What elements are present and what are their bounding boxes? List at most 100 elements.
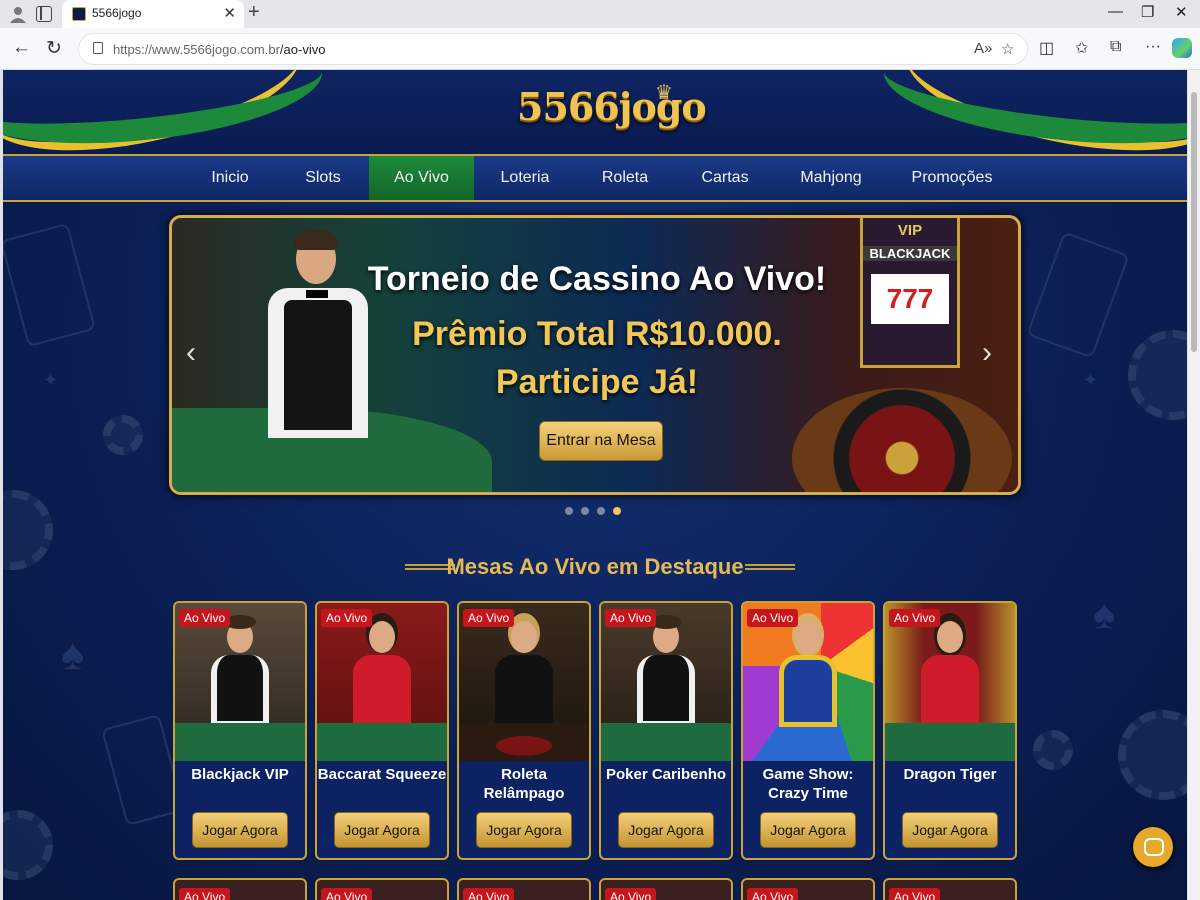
live-badge: Ao Vivo (605, 609, 657, 627)
window-close-icon[interactable]: ✕ (1175, 3, 1188, 21)
browser-tab-bar: 5566jogo ✕ + — ❐ ✕ (0, 0, 1200, 28)
game-card[interactable]: Ao Vivo (883, 878, 1017, 900)
game-thumbnail: Ao Vivo (175, 603, 305, 761)
sparkle-icon: ✦ (43, 370, 59, 390)
play-now-button[interactable]: Jogar Agora (902, 812, 998, 848)
url-text[interactable]: https://www.5566jogo.com.br/ao-vivo (113, 42, 325, 57)
tab-title: 5566jogo (92, 6, 142, 20)
decorative-chip (1033, 730, 1073, 770)
live-badge: Ao Vivo (747, 888, 799, 900)
nav-item-cartas[interactable]: Cartas (689, 156, 761, 200)
flag-ribbon-left (3, 70, 328, 154)
decorative-card (3, 222, 97, 348)
live-badge: Ao Vivo (463, 888, 515, 900)
page-scrollbar[interactable] (1188, 70, 1200, 900)
play-now-button[interactable]: Jogar Agora (192, 812, 288, 848)
game-card[interactable]: Ao Vivo (315, 878, 449, 900)
play-now-button[interactable]: Jogar Agora (760, 812, 856, 848)
hero-prize-text: Prêmio Total R$10.000. (412, 315, 782, 353)
favorites-icon[interactable]: ✩ (1075, 38, 1088, 58)
play-now-button[interactable]: Jogar Agora (334, 812, 430, 848)
hero-subtitle: Prêmio Total R$10.000. Participe Já! (342, 310, 852, 406)
game-card[interactable]: Ao Vivo Baccarat Squeeze Jogar Agora (315, 601, 449, 860)
page-viewport: ♠ ♠ ✦ ✦ 5566jogo ♛ Inicio Slots Ao Vivo … (3, 70, 1187, 900)
game-name: Dragon Tiger (903, 766, 997, 783)
carousel-dot[interactable] (597, 507, 605, 515)
new-tab-icon[interactable]: + (248, 1, 260, 24)
address-bar: ← ↻ https://www.5566jogo.com.br/ao-vivo … (0, 28, 1200, 70)
nav-item-roleta[interactable]: Roleta (589, 156, 661, 200)
close-tab-icon[interactable]: ✕ (223, 4, 236, 22)
play-now-button[interactable]: Jogar Agora (618, 812, 714, 848)
game-card[interactable]: Ao Vivo (599, 878, 733, 900)
carousel-dots (565, 507, 621, 515)
nav-item-inicio[interactable]: Inicio (195, 156, 265, 200)
back-icon[interactable]: ← (12, 37, 31, 59)
hero-cta-text: Participe Já! (495, 363, 699, 401)
decorative-chip (1128, 330, 1187, 420)
tab-actions-icon[interactable] (36, 6, 52, 22)
crown-icon: ♛ (655, 82, 673, 104)
carousel-dot[interactable] (581, 507, 589, 515)
title-ornament-right (745, 564, 795, 570)
nav-item-promocoes[interactable]: Promoções (903, 156, 1001, 200)
live-badge: Ao Vivo (321, 888, 373, 900)
spade-icon: ♠ (1093, 590, 1116, 637)
split-screen-icon[interactable]: ◫ (1039, 38, 1054, 58)
game-card[interactable]: Ao Vivo (173, 878, 307, 900)
read-aloud-icon[interactable]: A» (974, 40, 992, 57)
favorite-star-icon[interactable]: ☆ (1001, 40, 1014, 58)
game-thumbnail: Ao Vivo (601, 603, 731, 761)
nav-item-ao-vivo[interactable]: Ao Vivo (369, 156, 474, 200)
chevron-right-icon[interactable]: › (982, 336, 992, 370)
main-nav: Inicio Slots Ao Vivo Loteria Roleta Cart… (3, 154, 1187, 202)
game-name: Roleta Relâmpago (483, 766, 565, 802)
game-card[interactable]: Ao Vivo Game Show: Crazy Time Jogar Agor… (741, 601, 875, 860)
url-field[interactable]: https://www.5566jogo.com.br/ao-vivo A» ☆ (78, 33, 1028, 65)
more-menu-icon[interactable]: ··· (1145, 38, 1161, 56)
section-title: Mesas Ao Vivo em Destaque (446, 554, 744, 579)
game-thumbnail: Ao Vivo (885, 603, 1015, 761)
carousel-dot-active[interactable] (613, 507, 621, 515)
live-badge: Ao Vivo (179, 888, 231, 900)
carousel-dot[interactable] (565, 507, 573, 515)
refresh-icon[interactable]: ↻ (46, 37, 62, 60)
lock-icon[interactable] (93, 42, 103, 54)
game-name: Baccarat Squeeze (317, 766, 447, 783)
game-name: Game Show: Crazy Time (762, 766, 854, 802)
play-now-button[interactable]: Jogar Agora (476, 812, 572, 848)
collections-icon[interactable]: ⧉ (1110, 38, 1121, 56)
live-badge: Ao Vivo (889, 888, 941, 900)
game-card[interactable]: Ao Vivo Poker Caribenho Jogar Agora (599, 601, 733, 860)
game-thumbnail: Ao Vivo (317, 603, 447, 761)
scrollbar-thumb[interactable] (1191, 92, 1197, 352)
nav-item-mahjong[interactable]: Mahjong (791, 156, 871, 200)
chevron-left-icon[interactable]: ‹ (186, 336, 196, 370)
hero-banner[interactable]: VIP BLACKJACK 777 Torneio de Cassino Ao … (169, 215, 1021, 495)
browser-tab[interactable]: 5566jogo ✕ (62, 0, 244, 28)
game-card[interactable]: Ao Vivo (457, 878, 591, 900)
game-card[interactable]: Ao Vivo Roleta Relâmpago Jogar Agora (457, 601, 591, 860)
chat-support-icon[interactable] (1133, 827, 1173, 867)
minimize-icon[interactable]: — (1108, 3, 1123, 20)
hero-title: Torneio de Cassino Ao Vivo! (367, 260, 827, 298)
game-card[interactable]: Ao Vivo Dragon Tiger Jogar Agora (883, 601, 1017, 860)
restore-icon[interactable]: ❐ (1141, 3, 1154, 21)
game-card[interactable]: Ao Vivo Blackjack VIP Jogar Agora (173, 601, 307, 860)
sparkle-icon: ✦ (1083, 370, 1099, 390)
game-card[interactable]: Ao Vivo (741, 878, 875, 900)
game-name: Poker Caribenho (605, 766, 727, 783)
nav-item-loteria[interactable]: Loteria (487, 156, 563, 200)
profile-icon[interactable] (8, 4, 28, 24)
decorative-chip (3, 810, 53, 880)
copilot-icon[interactable] (1172, 38, 1192, 58)
site-logo[interactable]: 5566jogo (517, 84, 707, 129)
game-thumbnail: Ao Vivo (743, 603, 873, 761)
tab-favicon-icon (72, 7, 86, 21)
nav-item-slots[interactable]: Slots (291, 156, 355, 200)
live-badge: Ao Vivo (747, 609, 799, 627)
live-badge: Ao Vivo (321, 609, 373, 627)
decorative-chip (103, 415, 143, 455)
enter-table-button[interactable]: Entrar na Mesa (539, 421, 663, 461)
decorative-chip (1118, 710, 1187, 800)
